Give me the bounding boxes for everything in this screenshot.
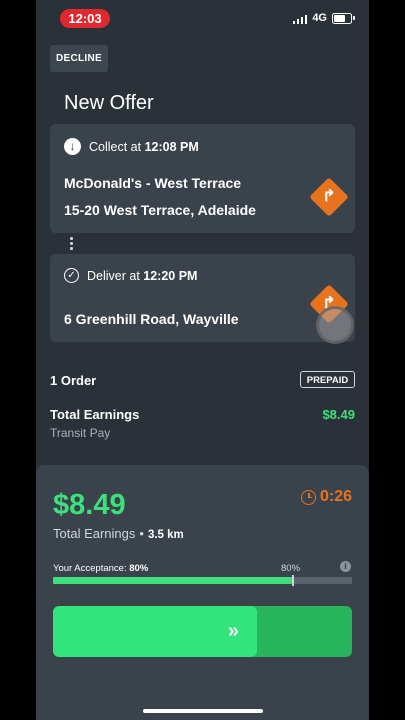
- acceptance-bar-fill: [53, 577, 293, 584]
- page-title: New Offer: [64, 92, 154, 114]
- dropoff-time-line: Deliver at 12:20 PM: [87, 269, 197, 283]
- pickup-prefix: Collect at: [89, 139, 142, 154]
- acceptance-label-text: Your Acceptance:: [53, 563, 127, 574]
- earnings-summary-label: Total Earnings: [53, 526, 136, 541]
- double-chevron-right-icon: »: [227, 620, 239, 642]
- network-type: 4G: [312, 12, 327, 24]
- turn-right-arrow-icon: ↱: [322, 188, 336, 205]
- timer-value: 0:26: [319, 488, 352, 505]
- offer-sheet: $8.49 0:26 Total Earnings • 3.5 km Your Ac…: [36, 465, 369, 720]
- earnings-summary: Total Earnings • 3.5 km: [53, 526, 184, 541]
- pickup-time: 12:08 PM: [144, 139, 199, 154]
- offer-amount: $8.49: [53, 489, 126, 521]
- prepaid-badge: PREPAID: [300, 371, 355, 388]
- acceptance-bar: [53, 575, 352, 586]
- separator-dot: •: [139, 526, 144, 541]
- pay-type: Transit Pay: [50, 426, 111, 440]
- info-icon[interactable]: i: [340, 561, 351, 572]
- signal-icon: [292, 13, 308, 24]
- offer-timer: 0:26: [300, 488, 352, 506]
- total-earnings-label: Total Earnings: [50, 407, 140, 422]
- arrow-down-circle-icon: [64, 138, 81, 155]
- pickup-card[interactable]: Collect at 12:08 PM McDonald's - West Te…: [50, 124, 355, 233]
- route-dots: [70, 237, 74, 252]
- pickup-header: Collect at 12:08 PM: [64, 138, 199, 155]
- pickup-address: 15-20 West Terrace, Adelaide: [64, 202, 256, 218]
- acceptance-marker-label: 80%: [281, 563, 301, 574]
- acceptance-value: 80%: [129, 563, 149, 574]
- total-earnings-value: $8.49: [322, 407, 355, 422]
- dropoff-header: Deliver at 12:20 PM: [64, 268, 197, 283]
- pickup-name: McDonald's - West Terrace: [64, 175, 242, 191]
- status-bar: 12:03 4G: [36, 0, 369, 38]
- acceptance-label: Your Acceptance: 80%: [53, 563, 148, 574]
- accept-slider[interactable]: »: [53, 606, 352, 657]
- touch-indicator: [316, 306, 354, 344]
- distance: 3.5 km: [147, 529, 184, 541]
- status-time: 12:03: [60, 9, 110, 28]
- status-icons: 4G: [292, 12, 355, 24]
- check-circle-icon: [64, 268, 79, 283]
- acceptance-marker: [292, 575, 294, 586]
- dropoff-address: 6 Greenhill Road, Wayville: [64, 311, 239, 327]
- home-indicator[interactable]: [143, 709, 263, 713]
- clock-icon: [300, 489, 316, 505]
- app-screen: 12:03 4G DECLINE New Offer Collect at 12…: [36, 0, 369, 720]
- order-count: 1 Order: [50, 373, 97, 388]
- dropoff-prefix: Deliver at: [87, 268, 140, 283]
- battery-icon: [332, 12, 352, 24]
- accept-slider-handle[interactable]: »: [53, 606, 257, 657]
- dropoff-card[interactable]: Deliver at 12:20 PM 6 Greenhill Road, Wa…: [50, 254, 355, 342]
- battery-tip: [353, 16, 355, 20]
- pickup-directions-button[interactable]: ↱: [309, 177, 349, 217]
- pickup-time-line: Collect at 12:08 PM: [89, 140, 199, 154]
- dropoff-time: 12:20 PM: [143, 268, 198, 283]
- decline-button[interactable]: DECLINE: [50, 45, 108, 72]
